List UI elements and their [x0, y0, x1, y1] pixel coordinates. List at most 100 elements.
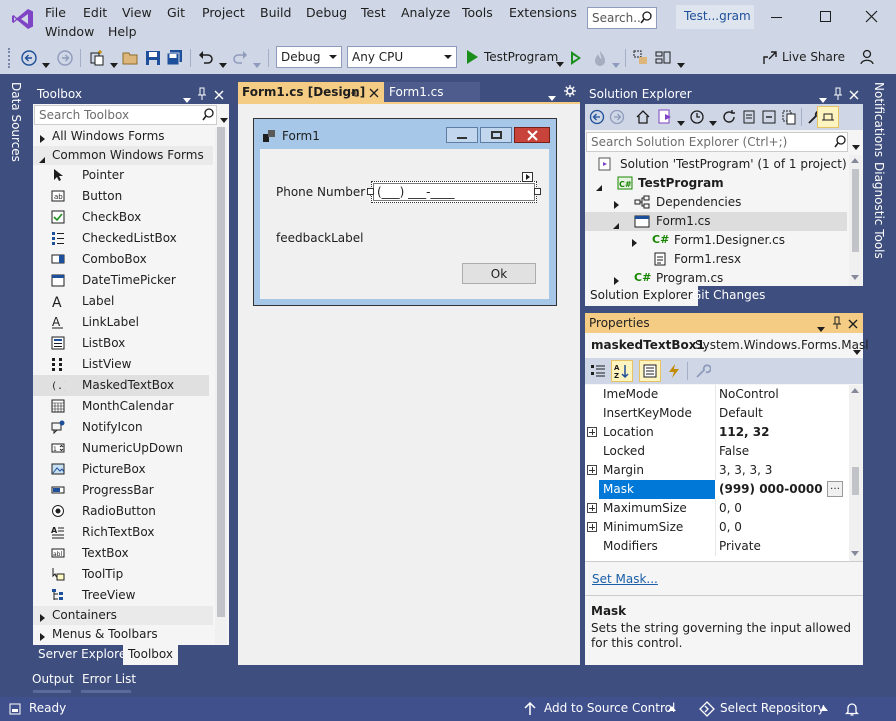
pending-changes-filter-icon[interactable]: [689, 109, 705, 125]
close-icon[interactable]: [848, 318, 858, 329]
switch-views-icon[interactable]: [657, 108, 675, 126]
properties-view-button[interactable]: [639, 360, 661, 382]
solution-name-badge[interactable]: Test...gram: [676, 5, 754, 29]
chevron-down-icon[interactable]: [709, 115, 717, 129]
property-pages-icon[interactable]: [695, 363, 712, 379]
new-project-icon[interactable]: [88, 49, 106, 67]
menu-test[interactable]: Test: [361, 5, 386, 20]
properties-scrollbar[interactable]: [849, 385, 862, 561]
toolbox-item-picturebox[interactable]: PictureBox: [33, 459, 209, 480]
menu-analyze[interactable]: Analyze: [401, 5, 450, 20]
scrollbar-thumb[interactable]: [852, 467, 859, 495]
toolbox-group-all[interactable]: All Windows Forms: [33, 127, 213, 146]
menu-extensions[interactable]: Extensions: [509, 5, 577, 20]
toolbox-group-containers[interactable]: Containers: [33, 606, 213, 625]
feedback-person-icon[interactable]: [859, 48, 877, 66]
sync-icon[interactable]: [741, 109, 757, 125]
scrollbar-thumb[interactable]: [217, 127, 225, 617]
add-to-source-control-button[interactable]: Add to Source Control: [520, 697, 680, 721]
tree-item-solution[interactable]: Solution 'TestProgram' (1 of 1 project): [585, 155, 847, 174]
save-all-icon[interactable]: [166, 49, 184, 67]
diagnostic-tools-tab[interactable]: Diagnostic Tools: [872, 162, 886, 259]
chevron-down-icon[interactable]: [852, 139, 860, 153]
property-value[interactable]: (999) 000-0000: [719, 482, 823, 496]
close-icon[interactable]: [849, 89, 859, 100]
property-row[interactable]: InsertKeyMode Default: [585, 404, 845, 423]
tab-toolbox[interactable]: Toolbox: [123, 645, 178, 665]
toolbox-item-radiobutton[interactable]: RadioButton: [33, 501, 209, 522]
toolbox-item-checkedlistbox[interactable]: CheckedListBox: [33, 228, 209, 249]
pin-icon[interactable]: [833, 87, 843, 101]
pin-icon[interactable]: [197, 87, 207, 101]
toolbox-item-treeview[interactable]: TreeView: [33, 585, 209, 606]
scroll-up-icon[interactable]: [851, 388, 859, 393]
open-folder-icon[interactable]: [122, 49, 140, 67]
toolbox-group-menus[interactable]: Menus & Toolbars: [33, 625, 213, 644]
back-icon[interactable]: [589, 109, 605, 125]
hot-reload-icon[interactable]: [591, 50, 609, 68]
chevron-down-icon[interactable]: [110, 57, 118, 71]
form-minimize-button[interactable]: [446, 127, 478, 143]
show-all-files-icon[interactable]: [781, 109, 797, 125]
menu-file[interactable]: File: [45, 5, 66, 20]
tree-item-project[interactable]: C# TestProgram: [585, 174, 847, 193]
chevron-down-icon[interactable]: [253, 57, 261, 71]
scrollbar-thumb[interactable]: [852, 169, 859, 252]
menu-project[interactable]: Project: [202, 5, 245, 20]
gear-icon[interactable]: [564, 85, 576, 97]
platform-dropdown[interactable]: Any CPU: [347, 46, 457, 68]
back-icon[interactable]: [20, 49, 38, 67]
toolbox-item-listview[interactable]: ListView: [33, 354, 209, 375]
toolbox-item-numericupdown[interactable]: 1 NumericUpDown: [33, 438, 209, 459]
tree-item-dependencies[interactable]: Dependencies: [585, 193, 847, 212]
document-tab-code[interactable]: Form1.cs: [384, 82, 480, 102]
toolbox-item-linklabel[interactable]: A LinkLabel: [33, 312, 209, 333]
property-row[interactable]: MinimumSize 0, 0: [585, 518, 845, 537]
expand-plus-icon[interactable]: [587, 427, 597, 437]
toolbox-item-datetimepicker[interactable]: DateTimePicker: [33, 270, 209, 291]
toolbox-item-pointer[interactable]: Pointer: [33, 165, 209, 186]
refresh-icon[interactable]: [721, 109, 737, 125]
configuration-dropdown[interactable]: Debug: [276, 46, 342, 68]
toolbox-item-richtextbox[interactable]: A RichTextBox: [33, 522, 209, 543]
ellipsis-button[interactable]: …: [827, 481, 843, 497]
resize-handle-left[interactable]: [367, 188, 374, 195]
maximize-icon[interactable]: [820, 11, 831, 22]
tab-server-explorer[interactable]: Server Explorer: [33, 645, 136, 665]
menu-git[interactable]: Git: [167, 5, 185, 20]
pin-icon[interactable]: [350, 87, 360, 97]
object-selector-dropdown[interactable]: maskedTextBox1 System.Windows.Forms.Masl: [585, 335, 869, 355]
live-share-button[interactable]: Live Share: [759, 47, 845, 69]
resize-handle-right[interactable]: [534, 188, 541, 195]
search-box[interactable]: Search...: [587, 7, 657, 29]
forward-icon[interactable]: [609, 109, 625, 125]
property-row-selected[interactable]: Mask (999) 000-0000 …: [585, 480, 845, 499]
masked-text-box[interactable]: (___) ___-____: [371, 181, 537, 203]
ok-button[interactable]: Ok: [462, 263, 536, 284]
events-icon[interactable]: [667, 363, 681, 379]
toolbox-search-input[interactable]: Search Toolbox: [34, 105, 217, 125]
toolbox-item-label[interactable]: A Label: [33, 291, 209, 312]
xaml-tools-icon[interactable]: [632, 49, 650, 67]
start-debugging-button[interactable]: TestProgram: [464, 47, 566, 69]
close-icon[interactable]: [369, 87, 379, 98]
chevron-down-icon[interactable]: [220, 112, 228, 126]
property-row[interactable]: Location 112, 32: [585, 423, 845, 442]
close-icon[interactable]: [214, 89, 224, 100]
alphabetical-button[interactable]: AZ: [611, 360, 633, 382]
layout-icon[interactable]: [654, 49, 672, 67]
notification-bell-icon[interactable]: [844, 701, 860, 717]
toolbox-item-maskedtextbox[interactable]: (.)- MaskedTextBox: [33, 375, 209, 396]
notifications-tab[interactable]: Notifications: [872, 82, 886, 157]
select-repository-button[interactable]: Select Repository: [696, 697, 832, 721]
expand-plus-icon[interactable]: [587, 465, 597, 475]
save-icon[interactable]: [144, 49, 162, 67]
expand-plus-icon[interactable]: [587, 522, 597, 532]
property-row[interactable]: ImeMode NoControl: [585, 385, 845, 404]
toolbox-item-tooltip[interactable]: ToolTip: [33, 564, 209, 585]
chevron-down-icon[interactable]: [612, 57, 620, 71]
tree-item-form1-resx[interactable]: Form1.resx: [585, 250, 847, 269]
undo-icon[interactable]: [197, 49, 215, 67]
expand-plus-icon[interactable]: [587, 503, 597, 513]
toolbox-group-common[interactable]: Common Windows Forms: [33, 146, 213, 165]
